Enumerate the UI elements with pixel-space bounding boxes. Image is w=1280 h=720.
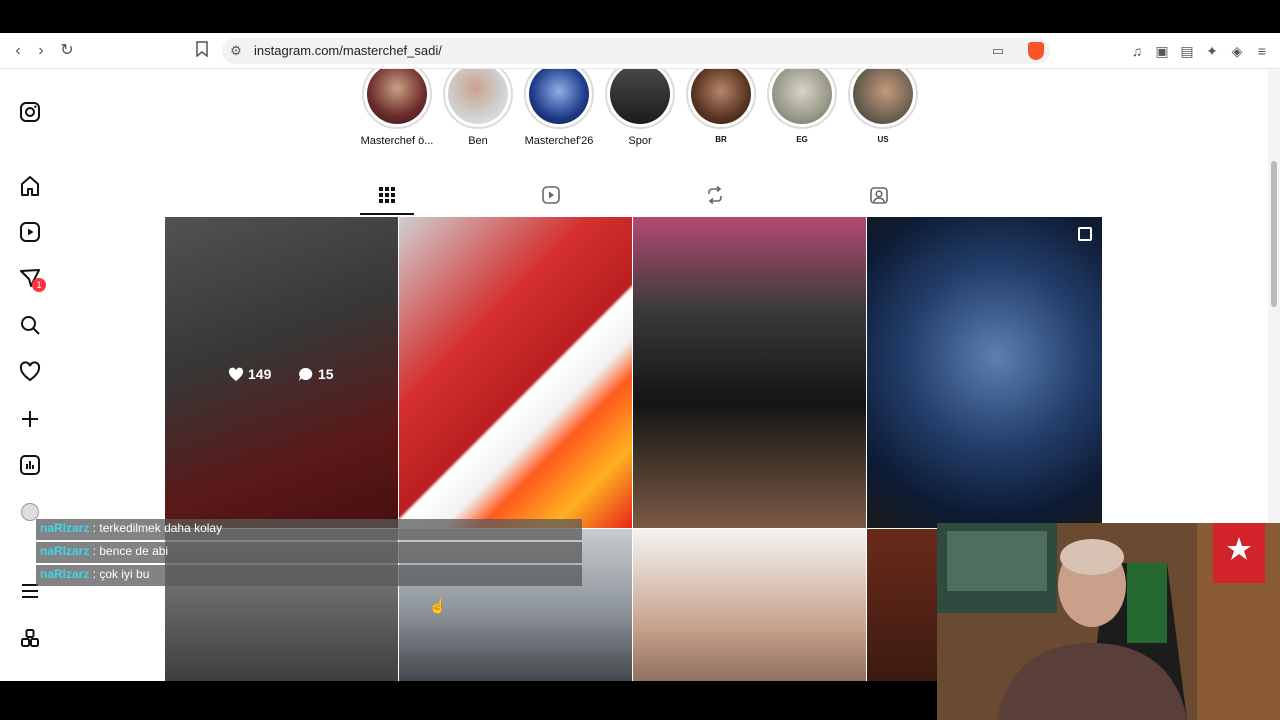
home-icon[interactable]	[18, 174, 42, 198]
highlight-cover	[772, 69, 832, 124]
chat-username: naRlzarz	[40, 521, 90, 535]
highlight-cover	[448, 69, 508, 124]
webcam-feed	[937, 523, 1280, 720]
browser-toolbar: ‹ › ↻ ⚙ instagram.com/masterchef_sadi/ ▭…	[0, 33, 1280, 69]
highlight-cover	[691, 69, 751, 124]
comment-filled-icon	[299, 367, 313, 381]
highlight-item[interactable]: EG	[761, 69, 843, 144]
chat-separator: :	[89, 521, 100, 535]
cast-icon[interactable]: ▭	[990, 43, 1006, 59]
chat-username: naRlzarz	[40, 544, 90, 558]
chat-text: terkedilmek daha kolay	[99, 521, 223, 535]
chat-message: naRlzarz : terkedilmek daha kolay	[36, 519, 582, 540]
reload-icon[interactable]: ↻	[57, 41, 77, 61]
comment-count: 15	[298, 366, 334, 382]
chat-text: bence de abi	[99, 544, 169, 558]
brave-shield-icon[interactable]	[1028, 42, 1044, 60]
carousel-icon	[1078, 227, 1092, 241]
like-count-value: 149	[248, 366, 272, 382]
highlight-item[interactable]: BR	[680, 69, 762, 144]
tab-reels[interactable]	[524, 185, 578, 215]
chat-separator: :	[89, 567, 100, 581]
tab-tagged[interactable]	[852, 185, 906, 215]
post-thumbnail[interactable]: 149 15	[165, 217, 398, 528]
site-settings-icon[interactable]: ⚙	[228, 43, 244, 59]
post-thumbnail[interactable]	[633, 217, 866, 528]
chat-message: naRlzarz : çok iyi bu	[36, 565, 582, 586]
highlight-label: EG	[796, 135, 808, 144]
highlight-item[interactable]: Spor	[599, 69, 681, 147]
notification-badge: 1	[32, 278, 46, 292]
tab-posts[interactable]	[360, 185, 414, 215]
post-thumbnail[interactable]	[867, 217, 1102, 528]
search-icon[interactable]	[18, 313, 42, 337]
highlight-cover	[367, 69, 427, 124]
mouse-cursor-icon: ☝	[429, 598, 447, 614]
repost-icon	[708, 185, 722, 205]
chat-message: naRlzarz : bence de abi	[36, 542, 582, 563]
highlight-label: Spor	[628, 135, 652, 147]
chat-username: naRlzarz	[40, 567, 90, 581]
post-thumbnail[interactable]	[399, 217, 632, 528]
highlight-item[interactable]: Ben	[437, 69, 519, 147]
hover-overlay	[165, 217, 398, 528]
top-black-bar	[0, 0, 1280, 33]
back-icon[interactable]: ‹	[8, 41, 28, 61]
highlight-cover	[529, 69, 589, 124]
address-bar[interactable]: ⚙ instagram.com/masterchef_sadi/ ▭	[222, 38, 1050, 64]
like-count: 149	[228, 366, 271, 382]
streamer-webcam	[937, 523, 1280, 720]
highlight-label: Ben	[468, 135, 488, 147]
highlight-item[interactable]: US	[842, 69, 924, 144]
sidebar: 1	[0, 69, 62, 681]
instagram-logo-icon[interactable]	[18, 100, 42, 124]
bookmark-icon[interactable]	[192, 41, 212, 61]
menu-icon[interactable]: ≡	[1253, 42, 1271, 60]
wallet-icon[interactable]: ▤	[1178, 42, 1196, 60]
highlight-label: Masterchef'26	[524, 135, 594, 147]
apps-icon[interactable]	[18, 626, 42, 650]
reels-tab-icon	[542, 186, 560, 204]
reels-icon[interactable]	[18, 220, 42, 244]
leo-ai-icon[interactable]: ✦	[1203, 42, 1221, 60]
highlight-label: BR	[715, 135, 727, 144]
sidebar-toggle-icon[interactable]: ▣	[1153, 42, 1171, 60]
chat-text: çok iyi bu	[99, 567, 150, 581]
comment-count-value: 15	[318, 366, 334, 382]
grid-icon	[379, 187, 395, 203]
heart-icon[interactable]	[18, 360, 42, 384]
music-icon[interactable]: ♫	[1128, 42, 1146, 60]
post-thumbnail[interactable]	[633, 529, 866, 681]
highlight-cover	[853, 69, 913, 124]
story-highlights: Masterchef ö... Ben Masterchef'26 Spor B…	[356, 69, 936, 159]
highlight-label: Masterchef ö...	[360, 135, 434, 147]
chat-separator: :	[89, 544, 100, 558]
highlight-item[interactable]: Masterchef'26	[518, 69, 600, 147]
profile-tabs	[360, 181, 920, 215]
vpn-icon[interactable]: ◈	[1228, 42, 1246, 60]
highlight-label: US	[877, 135, 889, 144]
create-plus-icon[interactable]	[18, 407, 42, 431]
forward-icon[interactable]: ›	[31, 41, 51, 61]
heart-filled-icon	[228, 367, 244, 381]
highlight-item[interactable]: Masterchef ö...	[356, 69, 438, 147]
screen: ‹ › ↻ ⚙ instagram.com/masterchef_sadi/ ▭…	[0, 0, 1280, 720]
url-text: instagram.com/masterchef_sadi/	[254, 43, 442, 58]
insights-icon[interactable]	[18, 453, 42, 477]
highlight-cover	[610, 69, 670, 124]
scrollbar-thumb[interactable]	[1271, 161, 1277, 307]
tagged-icon	[870, 187, 888, 204]
tab-reposts[interactable]	[688, 185, 742, 215]
